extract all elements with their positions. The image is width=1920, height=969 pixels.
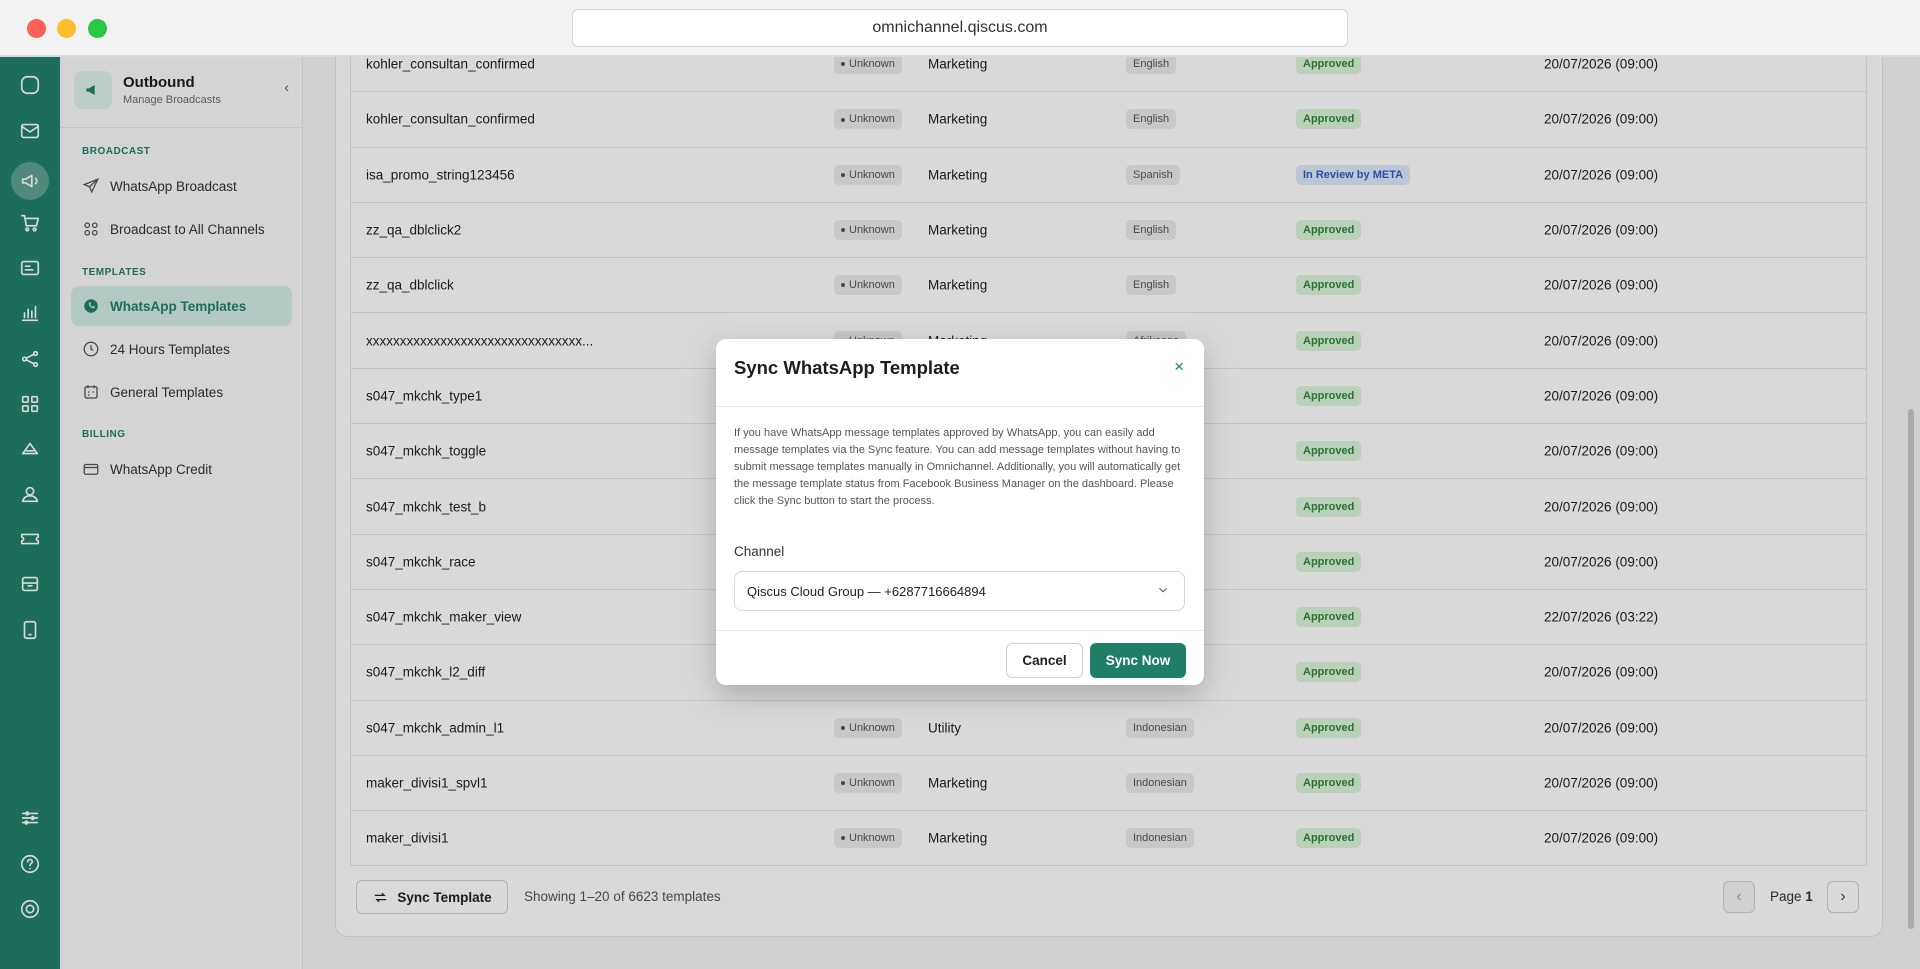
browser-toolbar: omnichannel.qiscus.com <box>0 0 1920 56</box>
cancel-button[interactable]: Cancel <box>1006 643 1083 678</box>
channel-label: Channel <box>734 544 785 559</box>
channel-select-value: Qiscus Cloud Group — +6287716664894 <box>747 583 986 599</box>
app-viewport: Outbound Manage Broadcasts ‹ BROADCAST W… <box>0 57 1920 969</box>
address-bar[interactable]: omnichannel.qiscus.com <box>572 9 1348 47</box>
sync-now-button-label: Sync Now <box>1105 653 1171 668</box>
sync-template-dialog: Sync WhatsApp Template × If you have Wha… <box>716 339 1204 685</box>
dialog-footer-divider <box>716 630 1204 631</box>
chevron-down-icon <box>1156 583 1170 597</box>
close-window-button[interactable] <box>27 19 46 38</box>
sync-now-button[interactable]: Sync Now <box>1090 643 1186 678</box>
close-icon[interactable]: × <box>1174 357 1184 377</box>
dialog-divider <box>716 406 1204 407</box>
dialog-description: If you have WhatsApp message templates a… <box>734 427 1181 507</box>
channel-select[interactable]: Qiscus Cloud Group — +6287716664894 <box>734 571 1185 611</box>
dialog-title: Sync WhatsApp Template <box>734 357 960 378</box>
minimize-window-button[interactable] <box>57 19 76 38</box>
maximize-window-button[interactable] <box>88 19 107 38</box>
address-bar-url: omnichannel.qiscus.com <box>872 19 1048 36</box>
cancel-button-label: Cancel <box>1022 653 1067 668</box>
